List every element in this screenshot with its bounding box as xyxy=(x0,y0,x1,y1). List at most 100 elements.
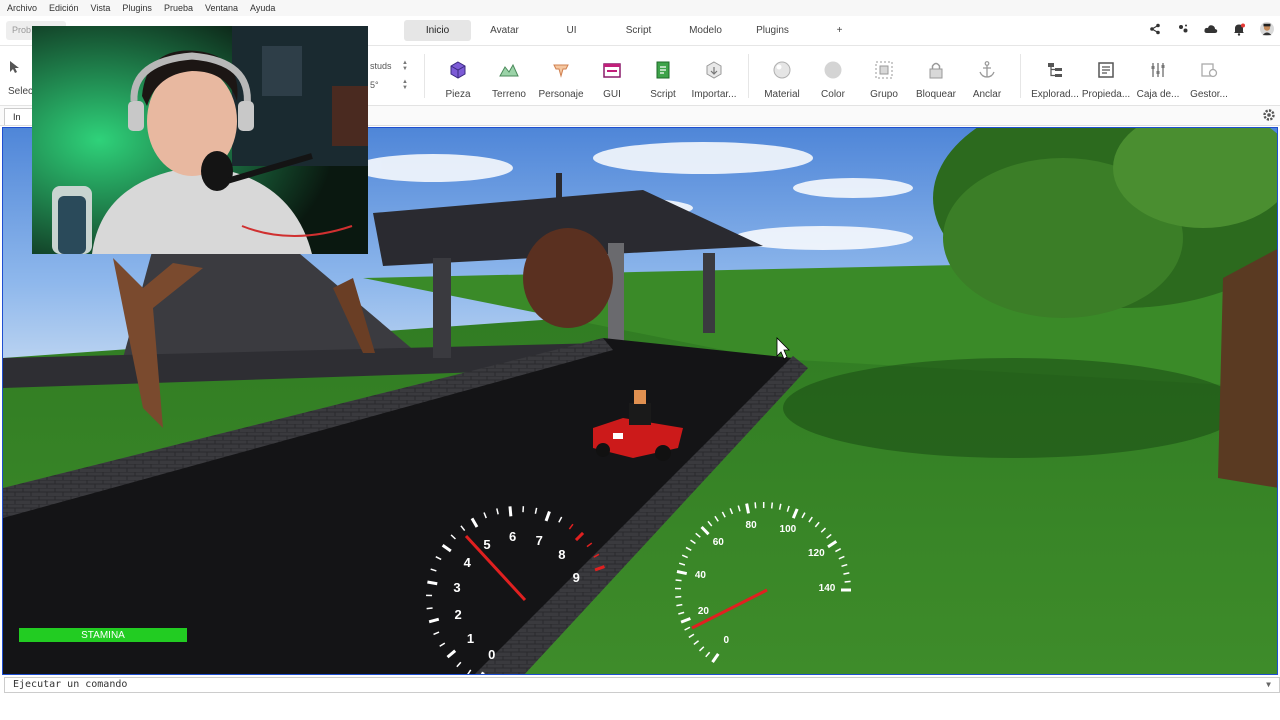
menu-item[interactable]: Ayuda xyxy=(243,3,280,13)
tachometer-label: 2 xyxy=(454,607,462,623)
cloud-icon[interactable] xyxy=(1204,22,1218,36)
ribbon-tabs: Inicio Avatar UI Script Modelo Plugins + xyxy=(404,20,873,41)
select-tool-label: Selec xyxy=(8,86,34,97)
import-icon xyxy=(702,58,726,82)
rotate-increment-field[interactable]: 5° ▲ ▼ xyxy=(366,77,414,92)
speedometer-tick xyxy=(844,580,851,583)
ribbon-button-propiedades[interactable]: Propieda... xyxy=(1078,52,1134,102)
tachometer-label: 5 xyxy=(483,537,491,553)
ribbon-separator xyxy=(1020,54,1021,98)
speedometer-label: 140 xyxy=(818,583,836,594)
ribbon-tab[interactable]: UI xyxy=(538,20,605,41)
tachometer-tick xyxy=(508,506,513,517)
command-input[interactable]: Ejecutar un comando xyxy=(13,679,127,690)
stamina-bar: STAMINA xyxy=(19,628,187,642)
menu-item[interactable]: Prueba xyxy=(157,3,198,13)
toolbox-icon xyxy=(1146,58,1170,82)
ribbon-button-explorador[interactable]: Explorad... xyxy=(1027,52,1083,102)
menu-item[interactable]: Edición xyxy=(42,3,84,13)
gear-icon[interactable] xyxy=(1262,108,1276,122)
ribbon-tab[interactable]: Plugins xyxy=(739,20,806,41)
speedometer-tick xyxy=(675,579,682,582)
ribbon-button-anclar[interactable]: Anclar xyxy=(959,52,1015,102)
cursor-arrow-icon xyxy=(10,61,19,73)
collaborate-icon[interactable] xyxy=(1176,22,1190,36)
speedometer-label: 60 xyxy=(712,537,724,549)
menu-item[interactable]: Plugins xyxy=(115,3,157,13)
tachometer-label: 8 xyxy=(558,547,566,563)
ribbon-tab[interactable]: Avatar xyxy=(471,20,538,41)
rotate-increment-value: 5° xyxy=(370,79,379,90)
spinner-arrows-icon[interactable]: ▲ ▼ xyxy=(402,79,408,91)
ribbon-tab[interactable]: + xyxy=(806,20,873,41)
speedometer-tick xyxy=(754,502,757,509)
top-right-icons xyxy=(1148,22,1274,36)
speedometer-tick xyxy=(676,603,683,607)
tachometer-label: 6 xyxy=(508,529,517,545)
notification-icon[interactable] xyxy=(1232,22,1246,36)
avatar-icon[interactable] xyxy=(1260,22,1274,36)
ribbon-tab[interactable]: Script xyxy=(605,20,672,41)
menu-item[interactable]: Archivo xyxy=(0,3,42,13)
asset-manager-icon xyxy=(1197,58,1221,82)
properties-icon xyxy=(1094,58,1118,82)
ribbon-button-grupo[interactable]: Grupo xyxy=(856,52,912,102)
ribbon-tab[interactable]: Inicio xyxy=(404,20,471,41)
character-icon xyxy=(549,58,573,82)
streamer-webcam-image xyxy=(32,26,368,254)
command-bar[interactable]: Ejecutar un comando ▼ xyxy=(4,677,1280,693)
ribbon-button-gestor[interactable]: Gestor... xyxy=(1181,52,1237,102)
ribbon-button-script[interactable]: Script xyxy=(635,52,691,102)
anchor-icon xyxy=(975,58,999,82)
ribbon-button-pieza[interactable]: Pieza xyxy=(430,52,486,102)
ribbon-button-importar[interactable]: Importar... xyxy=(686,52,742,102)
ribbon-button-personaje[interactable]: Personaje xyxy=(533,52,589,102)
lock-icon xyxy=(924,58,948,82)
speedometer-label: 120 xyxy=(807,547,825,559)
speedometer-label: 40 xyxy=(694,569,706,581)
ribbon-button-color[interactable]: Color xyxy=(805,52,861,102)
material-icon xyxy=(770,58,794,82)
speedometer-label: 20 xyxy=(697,606,709,618)
speedometer-tick xyxy=(676,570,688,576)
ribbon-button-gui[interactable]: GUI xyxy=(584,52,640,102)
tachometer-tick xyxy=(426,607,433,610)
tachometer-label: 1 xyxy=(466,630,475,646)
webcam-overlay xyxy=(32,26,368,254)
tachometer-label: 7 xyxy=(535,532,543,548)
move-increment-unit: studs xyxy=(370,60,392,71)
speedometer-tick xyxy=(770,502,774,509)
menu-bar: Archivo Edición Vista Plugins Prueba Ventana A… xyxy=(0,0,1280,16)
ribbon-button-material[interactable]: Material xyxy=(754,52,810,102)
gui-icon xyxy=(600,58,624,82)
speedometer-tick xyxy=(745,503,750,514)
menu-item[interactable]: Vista xyxy=(84,3,116,13)
explorer-icon xyxy=(1043,58,1067,82)
share-icon[interactable] xyxy=(1148,22,1162,36)
tachometer-label: 3 xyxy=(453,580,461,596)
color-icon xyxy=(821,58,845,82)
group-icon xyxy=(872,58,896,82)
chevron-down-icon[interactable]: ▼ xyxy=(1266,680,1271,689)
ribbon-tab[interactable]: Modelo xyxy=(672,20,739,41)
select-tool[interactable] xyxy=(8,60,22,77)
spinner-arrows-icon[interactable]: ▲ ▼ xyxy=(402,60,408,72)
speedometer-label: 80 xyxy=(745,520,757,532)
ribbon-separator xyxy=(424,54,425,98)
move-increment-field[interactable]: studs ▲ ▼ xyxy=(366,58,414,73)
tachometer-label: 4 xyxy=(463,555,471,571)
tachometer-label: 0 xyxy=(488,647,496,663)
ribbon-button-bloquear[interactable]: Bloquear xyxy=(908,52,964,102)
ribbon-separator xyxy=(748,54,749,98)
tachometer-tick xyxy=(427,580,438,586)
speedometer-label: 0 xyxy=(723,635,730,647)
script-icon xyxy=(651,58,675,82)
stamina-label: STAMINA xyxy=(81,629,125,641)
terrain-icon xyxy=(497,58,521,82)
tree-shadow xyxy=(783,358,1243,458)
part-cube-icon xyxy=(446,58,470,82)
ribbon-button-terreno[interactable]: Terreno xyxy=(481,52,537,102)
tachometer-label: 9 xyxy=(572,569,580,585)
ribbon-button-caja-de[interactable]: Caja de... xyxy=(1130,52,1186,102)
menu-item[interactable]: Ventana xyxy=(198,3,243,13)
